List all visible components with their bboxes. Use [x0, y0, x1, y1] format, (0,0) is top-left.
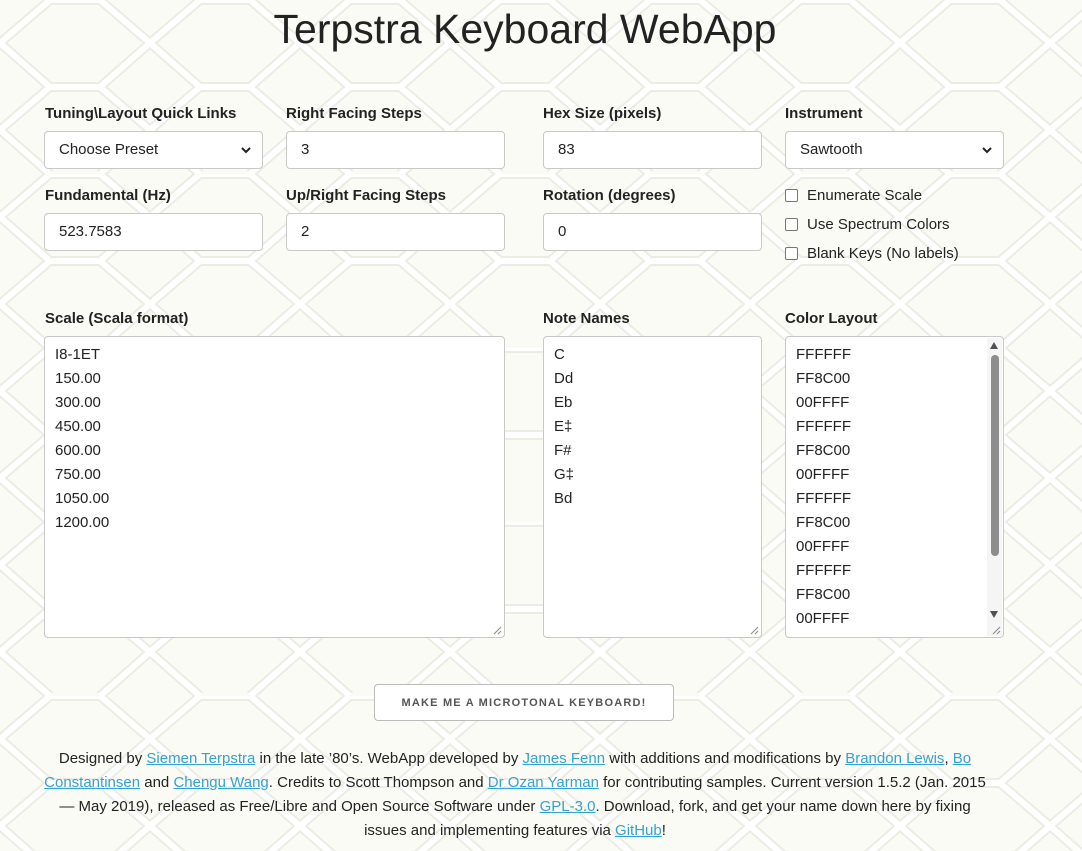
footer-text: Designed by	[58, 750, 147, 767]
hex-size-label: Hex Size (pixels)	[543, 105, 662, 122]
color-line: FF8C00	[796, 514, 851, 531]
color-line: 00FFFF	[796, 394, 850, 411]
scale-label: Scale (Scala format)	[45, 310, 189, 327]
link-brandon-lewis[interactable]: Brandon Lewis	[845, 750, 944, 767]
page-title: Terpstra Keyboard WebApp	[273, 6, 777, 52]
link-james-fenn[interactable]: James Fenn	[523, 750, 606, 767]
link-github[interactable]: GitHub	[615, 822, 662, 839]
scroll-up-arrow-icon[interactable]	[990, 342, 998, 349]
color-line: FF8C00	[796, 442, 851, 459]
link-ozan-yarman[interactable]: Dr Ozan Yarman	[488, 774, 599, 791]
spectrum-colors-checkbox[interactable]	[785, 218, 798, 231]
scale-line: 1200.00	[55, 514, 110, 531]
color-layout-label: Color Layout	[785, 310, 878, 327]
quick-links-value: Choose Preset	[59, 141, 159, 158]
scroll-down-arrow-icon[interactable]	[990, 611, 998, 618]
credits-footer: Designed by Siemen Terpstra in the late …	[40, 747, 990, 843]
instrument-value: Sawtooth	[800, 141, 863, 158]
color-line: FFFFFF	[796, 490, 851, 507]
note-name-line: Bd	[554, 490, 573, 507]
fundamental-label: Fundamental (Hz)	[45, 187, 171, 204]
resize-handle-icon[interactable]	[493, 626, 502, 635]
chevron-down-icon	[982, 147, 992, 154]
footer-text: in the late ’80’s. WebApp developed by	[255, 750, 523, 767]
footer-text: with additions and modifications by	[605, 750, 846, 767]
resize-handle-icon[interactable]	[750, 626, 759, 635]
spectrum-colors-label: Use Spectrum Colors	[807, 216, 950, 233]
color-line: FFFFFF	[796, 418, 851, 435]
right-steps-input[interactable]: 3	[286, 131, 505, 169]
color-layout-textarea[interactable]: FFFFFF FF8C00 00FFFF FFFFFF FF8C00 00FFF…	[785, 336, 1004, 638]
quick-links-select[interactable]: Choose Preset	[44, 131, 263, 169]
footer-text: ,	[944, 750, 953, 767]
color-line: FFFFFF	[796, 346, 851, 363]
instrument-label: Instrument	[785, 105, 863, 122]
instrument-select[interactable]: Sawtooth	[785, 131, 1004, 169]
scale-line: 600.00	[55, 442, 101, 459]
scale-line: 750.00	[55, 466, 101, 483]
quick-links-label: Tuning\Layout Quick Links	[45, 105, 237, 122]
enumerate-scale-checkbox[interactable]	[785, 189, 798, 202]
rotation-input[interactable]: 0	[543, 213, 762, 251]
color-layout-scrollbar[interactable]	[987, 338, 1002, 636]
note-name-line: Eb	[554, 394, 573, 411]
chevron-down-icon	[241, 147, 251, 154]
scale-line: I8-1ET	[55, 346, 101, 363]
note-name-line: Dd	[554, 370, 574, 387]
scale-line: 450.00	[55, 418, 101, 435]
enumerate-scale-label: Enumerate Scale	[807, 187, 923, 204]
note-names-textarea[interactable]: C Dd Eb E‡ F# G‡ Bd	[543, 336, 762, 638]
footer-text: !	[661, 822, 666, 839]
color-line: 00FFFF	[796, 610, 850, 627]
color-line: FF8C00	[796, 370, 851, 387]
rotation-label: Rotation (degrees)	[543, 187, 676, 204]
link-gpl[interactable]: GPL-3.0	[540, 798, 596, 815]
right-steps-label: Right Facing Steps	[286, 105, 422, 122]
settings-page: Terpstra Keyboard WebApp Tuning\Layout Q…	[0, 0, 1082, 851]
scale-textarea[interactable]: I8-1ET 150.00 300.00 450.00 600.00 750.0…	[44, 336, 505, 638]
link-chengu-wang[interactable]: Chengu Wang	[173, 774, 268, 791]
scale-line: 1050.00	[55, 490, 110, 507]
upright-steps-input[interactable]: 2	[286, 213, 505, 251]
scale-line: 150.00	[55, 370, 101, 387]
make-keyboard-button[interactable]: MAKE ME A MICROTONAL KEYBOARD!	[374, 684, 674, 721]
hex-size-input[interactable]: 83	[543, 131, 762, 169]
blank-keys-label: Blank Keys (No labels)	[807, 245, 959, 262]
color-line: FFFFFF	[796, 562, 851, 579]
fundamental-input[interactable]: 523.7583	[44, 213, 263, 251]
note-name-line: F#	[554, 442, 572, 459]
footer-text: and	[140, 774, 174, 791]
note-name-line: G‡	[554, 466, 575, 483]
scale-line: 300.00	[55, 394, 101, 411]
footer-text: . Credits to Scott Thompson and	[268, 774, 488, 791]
note-name-line: E‡	[554, 418, 573, 435]
upright-steps-label: Up/Right Facing Steps	[286, 187, 447, 204]
color-line: 00FFFF	[796, 538, 850, 555]
scrollbar-thumb[interactable]	[991, 355, 999, 556]
note-names-label: Note Names	[543, 310, 630, 327]
color-line: 00FFFF	[796, 466, 850, 483]
resize-handle-icon[interactable]	[992, 626, 1001, 635]
blank-keys-checkbox[interactable]	[785, 247, 798, 260]
color-line: FF8C00	[796, 586, 851, 603]
link-siemen-terpstra[interactable]: Siemen Terpstra	[146, 750, 255, 767]
note-name-line: C	[554, 346, 565, 363]
